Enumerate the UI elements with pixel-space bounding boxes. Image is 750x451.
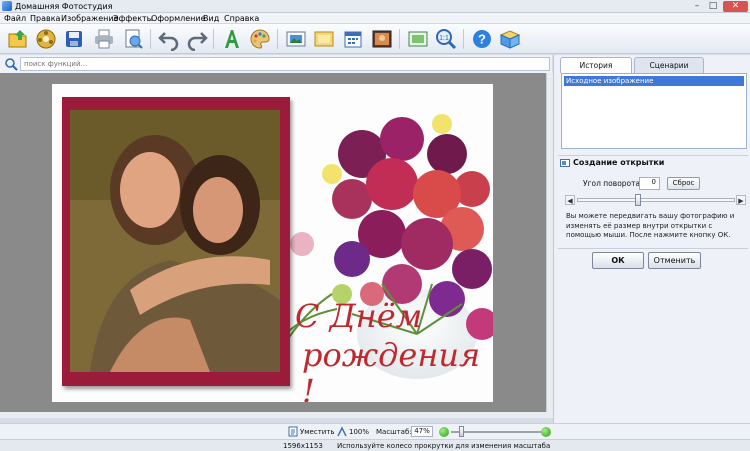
- actual-size-label[interactable]: 100%: [349, 427, 369, 437]
- status-hint: Используйте колесо прокрутки для изменен…: [337, 442, 551, 450]
- toolbar-separator: [277, 29, 278, 49]
- card-icon: [560, 158, 570, 168]
- reset-button[interactable]: Сброс: [667, 177, 700, 190]
- print-icon[interactable]: [92, 27, 116, 51]
- greeting-card[interactable]: С Днём рождения !: [52, 84, 493, 402]
- menu-design[interactable]: Оформление: [151, 13, 206, 24]
- slider-track[interactable]: [577, 198, 735, 202]
- calendar-icon[interactable]: [341, 27, 365, 51]
- app-icon: [2, 1, 12, 11]
- photo-frame[interactable]: [62, 97, 290, 386]
- toolbar-separator: [463, 29, 464, 49]
- search-bar: [0, 55, 552, 73]
- text-icon[interactable]: [220, 27, 244, 51]
- rotation-label: Угол поворота:: [583, 179, 643, 188]
- greeting-line-1: С Днём: [295, 297, 423, 335]
- fit-page-icon[interactable]: [288, 426, 298, 437]
- instruction-text: Вы можете передвигать вашу фотографию и …: [566, 212, 735, 239]
- slider-thumb[interactable]: [635, 194, 641, 206]
- ok-button[interactable]: ОК: [592, 252, 644, 269]
- minimize-button[interactable]: –: [690, 1, 704, 12]
- zoom-slider-thumb[interactable]: [459, 426, 464, 437]
- slider-right-arrow-icon[interactable]: ▶: [736, 195, 746, 205]
- film-icon[interactable]: [34, 27, 58, 51]
- save-icon[interactable]: [62, 27, 86, 51]
- undo-icon[interactable]: [157, 27, 181, 51]
- zoom-label: Масштаб:: [376, 428, 412, 436]
- zoom-value-field[interactable]: 47%: [411, 426, 433, 437]
- toolbar-separator: [213, 29, 214, 49]
- image-icon[interactable]: [312, 27, 336, 51]
- search-icon: [4, 57, 18, 71]
- search-input[interactable]: [20, 57, 550, 71]
- menu-effects[interactable]: Эффекты: [113, 13, 153, 24]
- rotation-input[interactable]: 0: [639, 177, 660, 190]
- menu-bar: Файл Правка Изображение Эффекты Оформлен…: [0, 13, 750, 24]
- menu-edit[interactable]: Правка: [30, 13, 60, 24]
- slider-left-arrow-icon[interactable]: ◀: [565, 195, 575, 205]
- menu-view[interactable]: Вид: [203, 13, 219, 24]
- zoom-in-icon[interactable]: [541, 427, 551, 437]
- section-title: Создание открытки: [573, 158, 665, 167]
- palette-icon[interactable]: [248, 27, 272, 51]
- history-item-original[interactable]: Исходное изображение: [564, 76, 744, 86]
- portrait-photo[interactable]: [70, 110, 280, 372]
- menu-help[interactable]: Справка: [224, 13, 259, 24]
- fit-label[interactable]: Уместить: [300, 427, 335, 437]
- frame-icon[interactable]: [284, 27, 308, 51]
- tab-scenarios[interactable]: Сценарии: [634, 57, 704, 73]
- toolbar-separator: [150, 29, 151, 49]
- image-dimensions: 1596x1153: [283, 442, 323, 450]
- close-button[interactable]: ✕: [723, 1, 748, 12]
- history-list[interactable]: Исходное изображение: [561, 73, 747, 149]
- actual-size-small-icon[interactable]: [337, 426, 347, 437]
- section-header: Создание открытки: [558, 155, 748, 169]
- panel-divider: [558, 248, 748, 249]
- export-icon[interactable]: [121, 27, 145, 51]
- title-bar: Домашняя Фотостудия – □ ✕: [0, 0, 750, 13]
- zoom-out-icon[interactable]: [439, 427, 449, 437]
- status-bar: 1596x1153 Используйте колесо прокрутки д…: [0, 439, 750, 451]
- redo-icon[interactable]: [185, 27, 209, 51]
- svg-text:1:1: 1:1: [439, 35, 449, 42]
- maximize-button[interactable]: □: [706, 1, 720, 12]
- svg-text:?: ?: [478, 32, 486, 47]
- window-title: Домашняя Фотостудия: [15, 2, 113, 11]
- toolbar-separator: [399, 29, 400, 49]
- toolbar: 1:1 ?: [0, 24, 750, 54]
- zoom-slider-track[interactable]: [451, 431, 541, 433]
- help-icon[interactable]: ?: [470, 27, 494, 51]
- tab-history[interactable]: История действий: [560, 57, 632, 85]
- menu-file[interactable]: Файл: [4, 13, 26, 24]
- vertical-scrollbar[interactable]: [546, 73, 553, 412]
- zoom-bar: Уместить 100% Масштаб: 47%: [0, 423, 750, 439]
- box-icon[interactable]: [498, 27, 522, 51]
- horizontal-scrollbar[interactable]: [0, 412, 553, 418]
- greeting-line-2: рождения !: [302, 336, 481, 402]
- cancel-button[interactable]: Отменить: [648, 252, 701, 269]
- right-panel: История действий Сценарии Исходное изобр…: [553, 55, 750, 423]
- collage-icon[interactable]: [370, 27, 394, 51]
- menu-image[interactable]: Изображение: [61, 13, 119, 24]
- fit-icon[interactable]: [406, 27, 430, 51]
- rotation-slider[interactable]: ◀ ▶: [565, 194, 746, 206]
- open-icon[interactable]: [6, 27, 30, 51]
- actual-size-icon[interactable]: 1:1: [434, 27, 458, 51]
